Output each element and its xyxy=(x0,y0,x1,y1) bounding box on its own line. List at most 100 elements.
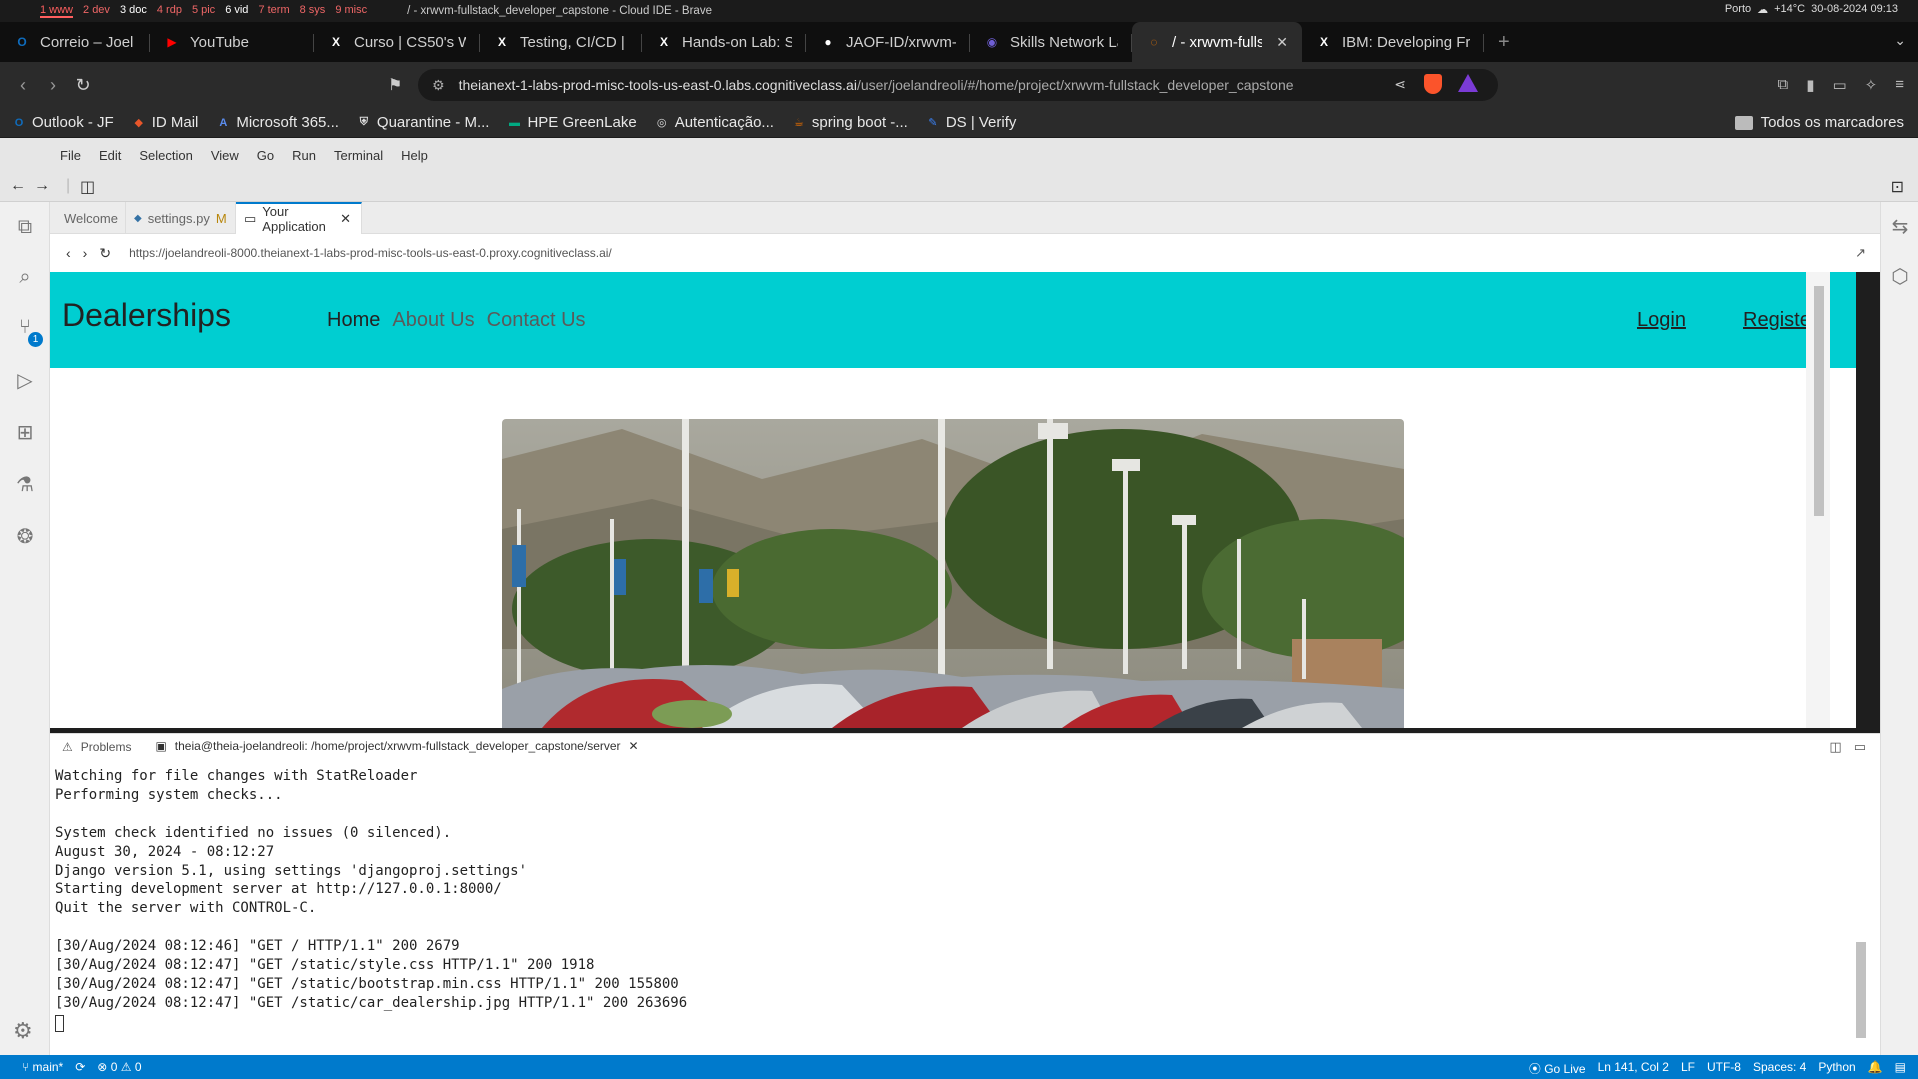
extensions-panel-icon[interactable]: ⊞ xyxy=(12,420,38,446)
editor-tab[interactable]: Welcome xyxy=(50,202,126,234)
cursor-position[interactable]: Ln 141, Col 2 xyxy=(1598,1060,1669,1077)
menu-edit[interactable]: Edit xyxy=(99,148,121,163)
bookmark-item[interactable]: ◎ Autenticação... xyxy=(655,114,774,131)
outline-icon[interactable]: ⬡ xyxy=(1887,264,1913,290)
settings-gear-icon[interactable]: ⚙ xyxy=(13,1018,33,1044)
menu-go[interactable]: Go xyxy=(257,148,274,163)
leo-icon[interactable]: ✧ xyxy=(1865,76,1878,94)
split-terminal-icon[interactable]: ◫ xyxy=(1829,739,1841,755)
browser-tab[interactable]: X Testing, CI/CD | CS50W xyxy=(480,22,642,62)
extensions-icon[interactable]: ⧉ xyxy=(1777,76,1788,94)
workspace-item[interactable]: 2 dev xyxy=(83,4,110,18)
menu-icon[interactable]: ≡ xyxy=(1895,76,1904,94)
menu-run[interactable]: Run xyxy=(292,148,316,163)
maximize-panel-icon[interactable]: ▭ xyxy=(1854,739,1866,755)
menu-terminal[interactable]: Terminal xyxy=(334,148,383,163)
explorer-icon[interactable]: ⧉ xyxy=(12,216,38,242)
nav-about-link[interactable]: About Us xyxy=(392,309,474,332)
bookmark-item[interactable]: A Microsoft 365... xyxy=(216,114,339,131)
menu-file[interactable]: File xyxy=(60,148,81,163)
browser-tab[interactable]: ◌ / - xrwvm-fullstack ✕ xyxy=(1132,22,1302,62)
problems-tab[interactable]: ⚠ Problems xyxy=(50,734,143,760)
forward-icon[interactable]: › xyxy=(38,75,68,96)
problems-status[interactable]: ⊗ 0 ⚠ 0 xyxy=(97,1060,141,1074)
bookmark-item[interactable]: ✎ DS | Verify xyxy=(926,114,1016,131)
menu-view[interactable]: View xyxy=(211,148,239,163)
file-encoding[interactable]: UTF-8 xyxy=(1707,1060,1741,1077)
preview-url-input[interactable]: https://joelandreoli-8000.theianext-1-la… xyxy=(129,246,612,260)
sync-icon[interactable]: ⟳ xyxy=(75,1060,85,1074)
share-icon[interactable]: ⋖ xyxy=(1394,76,1406,93)
editor-tab[interactable]: ◆ settings.py M xyxy=(126,202,236,234)
bookmark-item[interactable]: ◆ ID Mail xyxy=(132,114,198,131)
close-tab-icon[interactable]: ✕ xyxy=(1276,34,1288,51)
bookmark-item[interactable]: ▬ HPE GreenLake xyxy=(507,114,637,131)
browser-tab[interactable]: ▶ YouTube xyxy=(150,22,314,62)
preview-scrollbar[interactable] xyxy=(1806,272,1830,728)
terminal-tab[interactable]: ▣ theia@theia-joelandreoli: /home/projec… xyxy=(143,734,651,760)
all-bookmarks-button[interactable]: Todos os marcadores xyxy=(1734,114,1904,131)
open-external-icon[interactable]: ↗ xyxy=(1855,245,1866,261)
search-icon[interactable]: ⌕ xyxy=(12,266,38,292)
indentation[interactable]: Spaces: 4 xyxy=(1753,1060,1806,1077)
brave-shields-icon[interactable] xyxy=(1424,74,1442,94)
new-tab-button[interactable]: + xyxy=(1484,31,1524,54)
menu-help[interactable]: Help xyxy=(401,148,428,163)
tab-list-chevron-icon[interactable]: ⌄ xyxy=(1894,32,1906,49)
site-settings-icon[interactable]: ⚙ xyxy=(432,77,445,94)
browser-tab[interactable]: X Hands-on Lab: Static F xyxy=(642,22,806,62)
site-brand[interactable]: Dealerships xyxy=(62,297,231,334)
wallet-icon[interactable]: ▭ xyxy=(1832,76,1846,94)
run-debug-icon[interactable]: ▷ xyxy=(12,368,38,394)
workspace-item[interactable]: 8 sys xyxy=(300,4,326,18)
menu-selection[interactable]: Selection xyxy=(139,148,192,163)
terminal-scrollbar[interactable] xyxy=(1856,942,1866,1038)
bookmark-item[interactable]: ☕ spring boot -... xyxy=(792,114,908,131)
workspace-item[interactable]: 6 vid xyxy=(225,4,248,18)
login-link[interactable]: Login xyxy=(1637,309,1686,332)
sidebar-icon[interactable]: ▮ xyxy=(1806,76,1814,94)
browser-tab[interactable]: X IBM: Developing Front xyxy=(1302,22,1484,62)
workspace-switcher[interactable]: 1 www 2 dev 3 doc 4 rdp 5 pic 6 vid 7 term 8 sy… xyxy=(0,4,367,18)
brave-rewards-icon[interactable] xyxy=(1458,74,1478,92)
nav-back-arrow-icon[interactable]: ← xyxy=(10,177,26,195)
workspace-item[interactable]: 5 pic xyxy=(192,4,215,18)
preview-reload-icon[interactable]: ↻ xyxy=(99,245,111,262)
feedback-icon[interactable]: ▤ xyxy=(1895,1060,1906,1077)
workspace-item[interactable]: 4 rdp xyxy=(157,4,182,18)
preview-back-icon[interactable]: ‹ xyxy=(66,245,71,261)
git-branch[interactable]: ⑂ main* xyxy=(22,1060,63,1074)
skills-network-icon[interactable]: ❂ xyxy=(12,524,38,550)
reload-icon[interactable]: ↻ xyxy=(68,75,98,96)
go-live-button[interactable]: ⦿ Go Live xyxy=(1529,1060,1586,1077)
browser-tab[interactable]: O Correio – Joel Ferreira xyxy=(0,22,150,62)
browser-tab[interactable]: X Curso | CS50's Web Pr xyxy=(314,22,480,62)
preview-scroll-thumb[interactable] xyxy=(1814,286,1824,516)
toggle-sidebar-icon[interactable]: ◫ xyxy=(80,177,95,197)
workspace-item[interactable]: 3 doc xyxy=(120,4,147,18)
line-ending[interactable]: LF xyxy=(1681,1060,1695,1077)
ai-assistant-icon[interactable]: ⇆ xyxy=(1887,214,1913,240)
notifications-bell-icon[interactable]: 🔔 xyxy=(1868,1060,1883,1077)
terminal-output[interactable]: Watching for file changes with StatReloa… xyxy=(50,759,1880,1055)
editor-tab[interactable]: ▭ Your Application ✕ xyxy=(236,202,362,234)
workspace-item[interactable]: 9 misc xyxy=(335,4,367,18)
bookmark-item[interactable]: ⛨ Quarantine - M... xyxy=(357,114,490,131)
toggle-right-panel-icon[interactable]: ⊡ xyxy=(1891,177,1904,197)
close-terminal-icon[interactable]: ✕ xyxy=(629,739,639,753)
nav-contact-link[interactable]: Contact Us xyxy=(487,309,586,332)
bookmark-item[interactable]: O Outlook - JF xyxy=(12,114,114,131)
language-mode[interactable]: Python xyxy=(1818,1060,1855,1077)
browser-tab[interactable]: ● JAOF-ID/xrwvm-fullsta xyxy=(806,22,970,62)
workspace-item[interactable]: 1 www xyxy=(40,4,74,18)
workspace-item[interactable]: 7 term xyxy=(258,4,289,18)
close-editor-tab-icon[interactable]: ✕ xyxy=(340,211,351,227)
nav-forward-arrow-icon[interactable]: → xyxy=(34,177,50,195)
testing-icon[interactable]: ⚗ xyxy=(12,472,38,498)
browser-tab[interactable]: ◉ Skills Network Labs xyxy=(970,22,1132,62)
back-icon[interactable]: ‹ xyxy=(8,75,38,96)
preview-forward-icon[interactable]: › xyxy=(83,245,88,261)
address-bar[interactable]: ⚙ theianext-1-labs-prod-misc-tools-us-ea… xyxy=(418,69,1498,101)
bookmark-icon[interactable]: ⚑ xyxy=(388,75,402,95)
nav-home-link[interactable]: Home xyxy=(327,309,380,332)
